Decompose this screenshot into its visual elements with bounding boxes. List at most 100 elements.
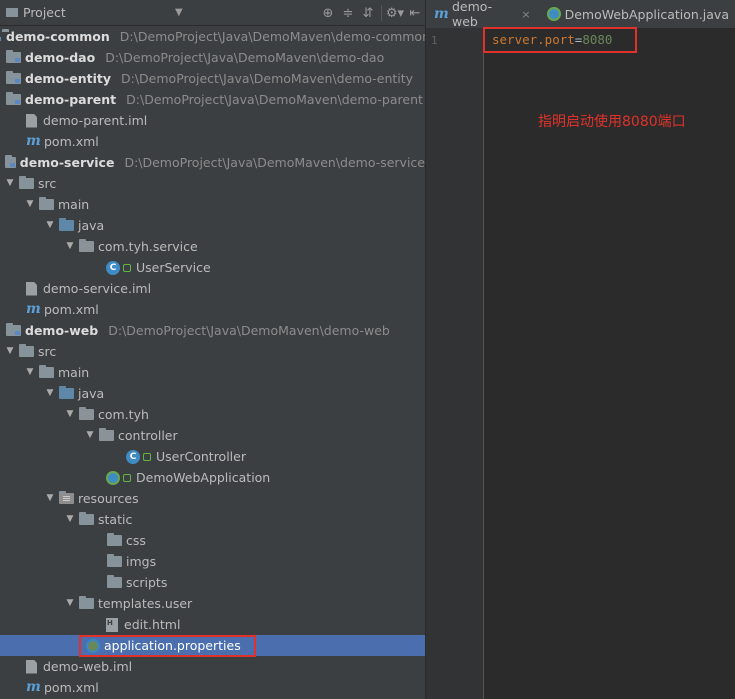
- expand-arrow-icon[interactable]: ▼: [44, 383, 56, 404]
- tree-row[interactable]: css: [0, 530, 425, 551]
- folder-icon: [79, 512, 94, 525]
- expand-arrow-icon[interactable]: ▼: [84, 425, 96, 446]
- package-icon: [79, 407, 94, 420]
- tab-demo-web[interactable]: m demo-web ×: [426, 0, 537, 29]
- tree-item-label: main: [58, 365, 90, 380]
- folder-icon: [6, 8, 18, 17]
- tree-row[interactable]: ▼ java: [0, 383, 425, 404]
- chevron-down-icon[interactable]: ▼: [175, 7, 183, 18]
- tree-row[interactable]: m pom.xml: [0, 131, 425, 152]
- folder-icon: [39, 365, 54, 378]
- expand-arrow-icon[interactable]: ▼: [64, 404, 76, 425]
- module-folder-icon: [6, 92, 21, 105]
- tree-row[interactable]: demo-parent D:\DemoProject\Java\DemoMaven…: [0, 89, 425, 110]
- tree-row[interactable]: ▼ main: [0, 362, 425, 383]
- expand-arrow-icon[interactable]: ▼: [4, 341, 16, 362]
- maven-icon: m: [26, 679, 41, 695]
- tree-row[interactable]: demo-parent.iml: [0, 110, 425, 131]
- tree-item-label: edit.html: [124, 617, 181, 632]
- class-icon: C: [126, 449, 140, 464]
- tree-row[interactable]: ▼ src: [0, 341, 425, 362]
- folder-icon: [107, 575, 122, 588]
- tree-item-label: pom.xml: [44, 134, 99, 149]
- editor-area: m demo-web × DemoWebApplication.java 1 s…: [426, 0, 735, 699]
- tree-row[interactable]: ▼ controller: [0, 425, 425, 446]
- tree-row[interactable]: C UserService: [0, 257, 425, 278]
- tree-row[interactable]: scripts: [0, 572, 425, 593]
- tree-row[interactable]: demo-web D:\DemoProject\Java\DemoMaven\de…: [0, 320, 425, 341]
- expand-arrow-icon[interactable]: ▼: [44, 488, 56, 509]
- tree-row[interactable]: m pom.xml: [0, 299, 425, 320]
- tree-item-label: demo-dao: [25, 50, 96, 65]
- expand-arrow-icon[interactable]: ▼: [24, 362, 36, 383]
- project-panel-title: Project: [23, 5, 66, 20]
- close-icon[interactable]: ×: [521, 8, 530, 21]
- tree-item-label: main: [58, 197, 90, 212]
- module-path: D:\DemoProject\Java\DemoMaven\demo-entit…: [121, 71, 414, 86]
- maven-icon: m: [434, 6, 449, 22]
- tree-row[interactable]: ▼ static: [0, 509, 425, 530]
- expand-icon[interactable]: ⇵: [358, 6, 378, 21]
- tree-row[interactable]: imgs: [0, 551, 425, 572]
- tree-item-label: controller: [118, 428, 178, 443]
- project-toolbar: ⊕ ≑ ⇵ ⚙▾ ⇤: [318, 0, 425, 26]
- editor-gutter: 1: [426, 28, 484, 699]
- tree-row[interactable]: ▼ java: [0, 215, 425, 236]
- tree-row[interactable]: m pom.xml: [0, 677, 425, 698]
- tree-row[interactable]: DemoWebApplication: [0, 467, 425, 488]
- tree-row[interactable]: application.properties: [0, 635, 425, 656]
- tree-item-label: css: [126, 533, 146, 548]
- expand-arrow-icon[interactable]: ▼: [24, 194, 36, 215]
- tree-item-label: demo-parent.iml: [43, 113, 148, 128]
- expand-arrow-icon[interactable]: ▼: [64, 593, 76, 614]
- tree-item-label: java: [78, 218, 105, 233]
- tree-item-label: DemoWebApplication: [136, 470, 271, 485]
- module-folder-icon: [6, 50, 21, 63]
- tree-row[interactable]: demo-web.iml: [0, 656, 425, 677]
- folder-icon: [107, 554, 122, 567]
- project-view-selector[interactable]: Project: [6, 5, 66, 20]
- spring-class-icon: [106, 470, 120, 485]
- target-icon[interactable]: ⊕: [318, 6, 338, 21]
- tree-item-label: demo-parent: [25, 92, 117, 107]
- expand-arrow-icon[interactable]: ▼: [44, 215, 56, 236]
- gear-icon[interactable]: ⚙▾: [385, 6, 405, 21]
- expand-arrow-icon[interactable]: ▼: [64, 509, 76, 530]
- tree-item-label: demo-web: [25, 323, 99, 338]
- tree-row[interactable]: edit.html: [0, 613, 425, 635]
- iml-file-icon: [26, 281, 37, 296]
- module-path: D:\DemoProject\Java\DemoMaven\demo-commo…: [119, 29, 425, 44]
- module-path: D:\DemoProject\Java\DemoMaven\demo-web: [108, 323, 390, 338]
- iml-file-icon: [26, 113, 37, 128]
- tree-row[interactable]: ▼ templates.user: [0, 593, 425, 614]
- tree-row[interactable]: demo-dao D:\DemoProject\Java\DemoMaven\de…: [0, 47, 425, 68]
- expand-arrow-icon[interactable]: ▼: [4, 173, 16, 194]
- tree-row[interactable]: ▼ com.tyh: [0, 404, 425, 425]
- expand-arrow-icon[interactable]: ▼: [64, 236, 76, 257]
- package-icon: [79, 239, 94, 252]
- module-path: D:\DemoProject\Java\DemoMaven\demo-servi…: [124, 155, 425, 170]
- property-key: server.port: [492, 32, 575, 47]
- tab-demo-web-application[interactable]: DemoWebApplication.java: [537, 0, 735, 28]
- tree-row[interactable]: demo-service D:\DemoProject\Java\DemoMave…: [0, 152, 425, 173]
- tree-row[interactable]: ▼ main: [0, 194, 425, 215]
- source-folder-icon: [59, 386, 74, 399]
- maven-icon: m: [26, 301, 41, 317]
- collapse-icon[interactable]: ≑: [338, 6, 358, 21]
- tree-row[interactable]: ▼ src: [0, 173, 425, 194]
- tree-row[interactable]: ▼ resources: [0, 488, 425, 509]
- hide-icon[interactable]: ⇤: [405, 6, 425, 21]
- folder-icon: [107, 533, 122, 546]
- editor-tab-bar: m demo-web × DemoWebApplication.java: [426, 0, 735, 29]
- tree-row[interactable]: demo-service.iml: [0, 278, 425, 299]
- tree-item-label: resources: [78, 491, 139, 506]
- code-line[interactable]: server.port=8080: [492, 32, 612, 47]
- annotation-text: 指明启动使用8080端口: [538, 114, 686, 130]
- tree-item-label: pom.xml: [44, 302, 99, 317]
- tree-row[interactable]: C UserController: [0, 446, 425, 467]
- tree-row[interactable]: demo-entity D:\DemoProject\Java\DemoMaven…: [0, 68, 425, 89]
- module-folder-icon: [6, 323, 21, 336]
- tree-row[interactable]: demo-common D:\DemoProject\Java\DemoMaven…: [0, 26, 425, 47]
- module-folder-icon: [4, 155, 16, 168]
- tree-row[interactable]: ▼ com.tyh.service: [0, 236, 425, 257]
